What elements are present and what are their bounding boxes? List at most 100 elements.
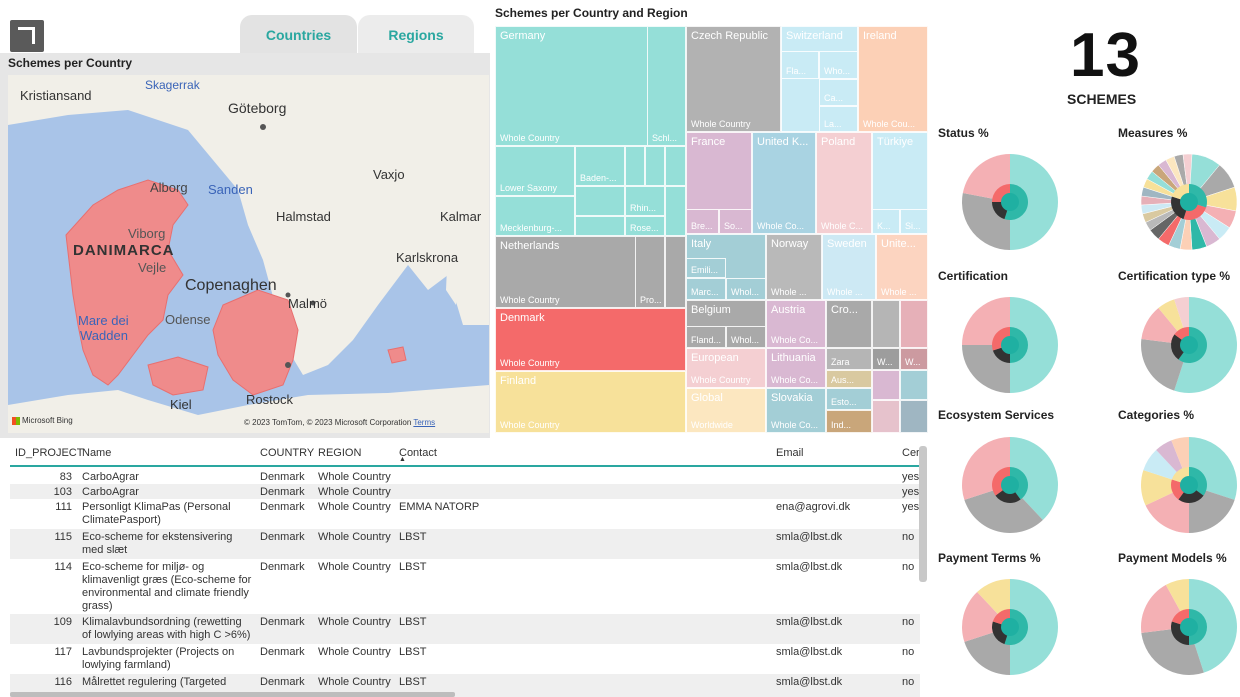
treemap-cell-w1[interactable]: W... [872,348,900,370]
treemap-cell-ch-ca[interactable]: Ca... [819,79,858,106]
treemap-cell-norway[interactable]: Norway Whole ... [766,234,822,300]
pie-chart-measures[interactable] [1139,152,1239,252]
table-row[interactable]: 109 Klimalavbundsordning (rewetting of lo… [10,614,920,644]
treemap-cell-tr-si[interactable]: Si... [900,209,928,234]
treemap-cell-it-marc[interactable]: Marc... [686,278,726,300]
cell-id: 115 [54,531,72,543]
tab-regions[interactable]: Regions [358,15,474,55]
treemap[interactable]: Germany Whole Country Schl... Lower Saxony B… [495,26,928,433]
pie-chart-ecosystem-services[interactable] [960,435,1060,535]
table-row[interactable]: 117 Lavbundsprojekter (Projects on lowlyi… [10,644,920,674]
treemap-cell-x3[interactable] [872,400,900,433]
table-row[interactable]: 83 CarboAgrar Denmark Whole Country yes [10,469,920,484]
treemap-cell-lithuania[interactable]: Lithuania Whole Co... [766,348,826,388]
column-header[interactable]: ID_PROJECT [15,447,83,459]
treemap-cell-ch-fla[interactable]: Fla... [781,51,819,79]
treemap-cell-finland[interactable]: Finland Whole Country [495,371,686,433]
treemap-cell-fr-bre[interactable]: Bre... [686,209,719,234]
treemap-cell-tr-k[interactable]: K... [872,209,900,234]
table-horizontal-scrollbar[interactable] [10,692,455,697]
tab-countries[interactable]: Countries [240,15,357,55]
treemap-cell-de-d[interactable] [575,186,625,216]
schemes-table[interactable]: ID_PROJECT Name COUNTRY REGION Contact Email C… [10,443,920,697]
treemap-cell-czech[interactable]: Czech Republic Whole Country [686,26,781,132]
map-label: Göteborg [228,100,287,116]
column-header[interactable]: Cer [902,447,920,459]
treemap-cell-nl-b[interactable] [665,236,686,308]
table-row[interactable]: 103 CarboAgrar Denmark Whole Country yes [10,484,920,499]
treemap-cell-slovakia[interactable]: Slovakia Whole Co... [766,388,826,433]
treemap-sublabel: Fla... [786,66,807,76]
treemap-cell-de-b[interactable] [645,146,665,186]
treemap-cell-unite[interactable]: Unite... Whole ... [876,234,928,300]
treemap-cell-rose[interactable]: Rose... [625,216,665,236]
treemap-cell-mecklenburg[interactable]: Mecklenburg-... [495,196,575,236]
column-header[interactable]: COUNTRY [260,447,314,459]
treemap-cell-germany-schl[interactable]: Schl... [647,26,686,146]
denmark-bornholm [387,346,407,364]
treemap-cell-de-f[interactable] [665,186,686,236]
treemap-cell-x1[interactable] [872,370,900,400]
table-vertical-scrollbar[interactable] [919,446,927,582]
treemap-cell-lower-saxony[interactable]: Lower Saxony [495,146,575,196]
pie-chart-payment-models[interactable] [1139,577,1239,677]
pie-chart-certification[interactable] [960,295,1060,395]
treemap-cell-ch-who[interactable]: Who... [819,51,858,79]
cell-name: Klimalavbundsordning (rewetting of lowly… [82,616,251,641]
treemap-cell-ind[interactable]: Ind... [826,410,872,433]
treemap-cell-w2[interactable]: W... [900,348,928,370]
treemap-cell-it-whol[interactable]: Whol... [726,278,766,300]
treemap-cell-it-emili[interactable]: Emili... [686,258,726,278]
treemap-cell-croatia[interactable]: Cro... [826,300,872,348]
cell-email: smla@lbst.dk [776,646,843,658]
treemap-cell-de-e[interactable] [575,216,625,236]
column-header[interactable]: Email [776,447,804,459]
treemap-cell-denmark[interactable]: Denmark Whole Country [495,308,686,371]
map-terms-link[interactable]: Terms [413,418,435,427]
table-row[interactable]: 115 Eco-scheme for ekstensivering med slæ… [10,529,920,559]
treemap-sublabel: Bre... [691,221,713,231]
treemap-cell-hr-c[interactable] [900,300,928,348]
map-label: DANIMARCA [73,242,175,259]
treemap-cell-austria[interactable]: Austria Whole Co... [766,300,826,348]
treemap-cell-nl-pro[interactable]: Pro... [635,236,665,308]
column-header[interactable]: Name [82,447,111,459]
cell-cert: yes [902,486,920,498]
cell-id: 116 [54,676,72,688]
treemap-cell-uk[interactable]: United K... Whole Co... [752,132,816,234]
treemap-cell-de-a[interactable] [625,146,645,186]
treemap-cell-hr-b[interactable] [872,300,900,348]
column-header[interactable]: REGION [318,447,361,459]
treemap-cell-fr-so[interactable]: So... [719,209,752,234]
treemap-sublabel: Esto... [831,397,857,407]
pie-chart-payment-terms[interactable] [960,577,1060,677]
pie-chart-status[interactable] [960,152,1060,252]
cell-region: Whole Country [318,486,391,498]
treemap-cell-poland[interactable]: Poland Whole C... [816,132,872,234]
treemap-cell-baden[interactable]: Baden-... [575,146,625,186]
treemap-cell-be-fland[interactable]: Fland... [686,326,726,348]
treemap-cell-rhin[interactable]: Rhin... [625,186,665,216]
treemap-sublabel: Whole Country [500,295,560,305]
map-canvas[interactable]: Skagerrak Kristiansand Göteborg Alborg Sande… [8,75,489,433]
treemap-cell-european[interactable]: European Whole Country [686,348,766,388]
treemap-cell-ch-la[interactable]: La... [819,106,858,132]
pie-chart-categories[interactable] [1139,435,1239,535]
treemap-cell-estonia[interactable]: Esto... [826,388,872,410]
treemap-cell-de-c[interactable] [665,146,686,186]
table-row[interactable]: 111 Personligt KlimaPas (Personal Climate… [10,499,920,529]
treemap-cell-global[interactable]: Global Worldwide [686,388,766,433]
treemap-cell-x4[interactable] [900,400,928,433]
treemap-cell-ireland[interactable]: Ireland Whole Cou... [858,26,928,132]
treemap-cell-sweden[interactable]: Sweden Whole ... [822,234,876,300]
cell-email: smla@lbst.dk [776,616,843,628]
treemap-cell-x2[interactable] [900,370,928,400]
treemap-cell-zara[interactable]: Zara [826,348,872,370]
treemap-sublabel: Pro... [640,295,662,305]
treemap-sublabel: W... [877,357,893,367]
treemap-sublabel: Who... [824,66,851,76]
table-row[interactable]: 114 Eco-scheme for miljø- og klimavenligt… [10,559,920,614]
treemap-cell-be-whol[interactable]: Whol... [726,326,766,348]
treemap-cell-aus[interactable]: Aus... [826,370,872,388]
pie-chart-certification-type[interactable] [1139,295,1239,395]
